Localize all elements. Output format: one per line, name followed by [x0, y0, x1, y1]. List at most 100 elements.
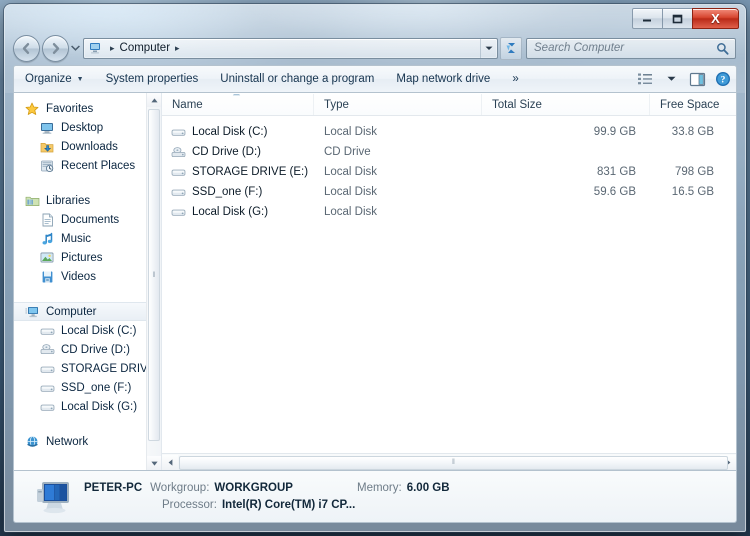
address-history-dropdown[interactable]	[480, 38, 497, 58]
navigation-pane-scrollbar[interactable]: ‖	[146, 93, 161, 470]
address-bar[interactable]: ▸ Computer ▸	[83, 37, 498, 59]
sidebar-group-computer[interactable]: Computer	[14, 302, 147, 321]
toolbar-overflow-button[interactable]: »	[501, 67, 529, 91]
sidebar-gap-2	[14, 286, 147, 302]
minimize-button[interactable]	[632, 8, 662, 29]
drive-icon	[39, 399, 55, 415]
column-header-total-size[interactable]: Total Size	[482, 94, 650, 115]
cd-drive-icon	[39, 342, 55, 358]
workgroup-value: WORKGROUP	[214, 481, 293, 494]
horizontal-scroll-thumb[interactable]: ‖	[179, 455, 728, 470]
uninstall-or-change-program-button[interactable]: Uninstall or change a program	[209, 67, 385, 91]
help-button[interactable]: ?	[710, 67, 736, 91]
window-controls: X	[632, 8, 739, 29]
column-header-row: Name Type Total Size Free Space	[162, 93, 736, 116]
row-name-cell[interactable]: SSD_one (F:)	[162, 184, 314, 200]
row-name-cell[interactable]: STORAGE DRIVE (E:)	[162, 164, 314, 180]
view-list-icon	[638, 73, 652, 85]
table-row[interactable]: Local Disk (C:) Local Disk 99.9 GB 33.8 …	[162, 122, 736, 142]
change-view-button[interactable]	[632, 67, 658, 91]
sidebar-item-ssd-one-f[interactable]: SSD_one (F:)	[14, 378, 147, 397]
sidebar-item-recent-places[interactable]: Recent Places	[14, 156, 147, 175]
uninstall-label: Uninstall or change a program	[220, 73, 375, 85]
scroll-up-button[interactable]	[147, 93, 161, 107]
videos-icon	[39, 269, 55, 285]
system-properties-label: System properties	[105, 73, 199, 85]
processor-value: Intel(R) Core(TM) i7 CP...	[221, 498, 356, 511]
file-list-rows: Local Disk (C:) Local Disk 99.9 GB 33.8 …	[162, 116, 736, 470]
column-header-type[interactable]: Type	[314, 94, 482, 115]
table-row[interactable]: SSD_one (F:) Local Disk 59.6 GB 16.5 GB	[162, 182, 736, 202]
maximize-button[interactable]	[662, 8, 692, 29]
sidebar-item-documents[interactable]: Documents	[14, 210, 147, 229]
search-input[interactable]: Search Computer	[527, 42, 716, 54]
sidebar-item-cd-drive-d-label: CD Drive (D:)	[61, 343, 130, 356]
map-network-drive-button[interactable]: Map network drive	[385, 67, 501, 91]
sidebar-item-pictures-label: Pictures	[61, 251, 103, 264]
drive-icon	[170, 204, 186, 220]
change-view-dropdown[interactable]	[658, 67, 684, 91]
scroll-thumb[interactable]: ‖	[148, 109, 160, 441]
preview-pane-icon	[689, 72, 705, 86]
sidebar-group-network-label: Network	[46, 435, 89, 448]
forward-button[interactable]	[42, 34, 69, 62]
row-total-size-cell: 59.6 GB	[593, 186, 636, 198]
horizontal-scrollbar[interactable]: ‖	[162, 453, 736, 470]
sidebar-item-videos[interactable]: Videos	[14, 267, 147, 286]
search-icon[interactable]	[716, 42, 735, 55]
search-box[interactable]: Search Computer	[526, 37, 736, 59]
sidebar-item-pictures[interactable]: Pictures	[14, 248, 147, 267]
table-row[interactable]: Local Disk (G:) Local Disk	[162, 202, 736, 222]
row-free-space-cell: 16.5 GB	[671, 186, 714, 198]
scroll-left-button[interactable]	[162, 454, 178, 470]
system-properties-button[interactable]: System properties	[95, 67, 210, 91]
row-name-label: SSD_one (F:)	[192, 186, 263, 198]
sidebar-group-favorites[interactable]: Favorites	[14, 99, 147, 118]
table-row[interactable]: CD Drive (D:) CD Drive	[162, 142, 736, 162]
column-header-free-space-label: Free Space	[660, 98, 720, 111]
sort-ascending-icon	[232, 94, 241, 98]
sidebar-item-storage-drive-e[interactable]: STORAGE DRIVE (	[14, 359, 161, 378]
recent-pages-dropdown[interactable]	[69, 37, 82, 59]
network-icon	[24, 434, 40, 450]
sidebar-item-local-disk-c-label: Local Disk (C:)	[61, 324, 137, 337]
details-line-2: Processor: Intel(R) Core(TM) i7 CP...	[84, 497, 450, 514]
sidebar-item-music-label: Music	[61, 232, 92, 245]
sidebar-item-music[interactable]: Music	[14, 229, 147, 248]
table-row[interactable]: STORAGE DRIVE (E:) Local Disk 831 GB 798…	[162, 162, 736, 182]
star-icon	[24, 101, 40, 117]
sidebar-item-local-disk-c[interactable]: Local Disk (C:)	[14, 321, 147, 340]
row-name-cell[interactable]: Local Disk (G:)	[162, 204, 314, 220]
organize-button[interactable]: Organize ▼	[14, 67, 95, 91]
show-preview-pane-button[interactable]	[684, 67, 710, 91]
horizontal-scroll-track[interactable]: ‖	[178, 455, 728, 470]
breadcrumb-separator-2[interactable]: ▸	[175, 43, 180, 54]
drive-icon	[39, 361, 55, 377]
close-button[interactable]: X	[692, 8, 739, 29]
column-header-free-space[interactable]: Free Space	[650, 94, 736, 115]
column-header-name[interactable]: Name	[162, 94, 314, 115]
sidebar-gap-1	[14, 175, 147, 191]
breadcrumb-separator-1: ▸	[110, 42, 115, 53]
row-name-cell[interactable]: CD Drive (D:)	[162, 144, 314, 160]
column-header-type-label: Type	[324, 98, 349, 111]
row-name-cell[interactable]: Local Disk (C:)	[162, 124, 314, 140]
scroll-down-button[interactable]	[147, 456, 161, 470]
sidebar-item-downloads[interactable]: Downloads	[14, 137, 147, 156]
sidebar-item-local-disk-g[interactable]: Local Disk (G:)	[14, 397, 147, 416]
sidebar-item-desktop[interactable]: Desktop	[14, 118, 147, 137]
map-network-drive-label: Map network drive	[396, 73, 491, 85]
triangle-down-icon	[150, 461, 158, 466]
back-button[interactable]	[13, 34, 40, 62]
breadcrumb-computer[interactable]: Computer	[120, 42, 171, 54]
details-pane: PETER-PC Workgroup: WORKGROUP Memory: 6.…	[13, 471, 737, 523]
sidebar-item-cd-drive-d[interactable]: CD Drive (D:)	[14, 340, 147, 359]
sidebar-group-network[interactable]: Network	[14, 432, 147, 451]
svg-text:?: ?	[721, 76, 726, 86]
sidebar-group-libraries[interactable]: Libraries	[14, 191, 147, 210]
organize-label: Organize	[25, 73, 72, 85]
scroll-grip-icon: ‖	[452, 459, 455, 466]
refresh-button[interactable]	[500, 36, 522, 60]
sidebar-item-downloads-label: Downloads	[61, 140, 118, 153]
details-text: PETER-PC Workgroup: WORKGROUP Memory: 6.…	[84, 480, 450, 514]
